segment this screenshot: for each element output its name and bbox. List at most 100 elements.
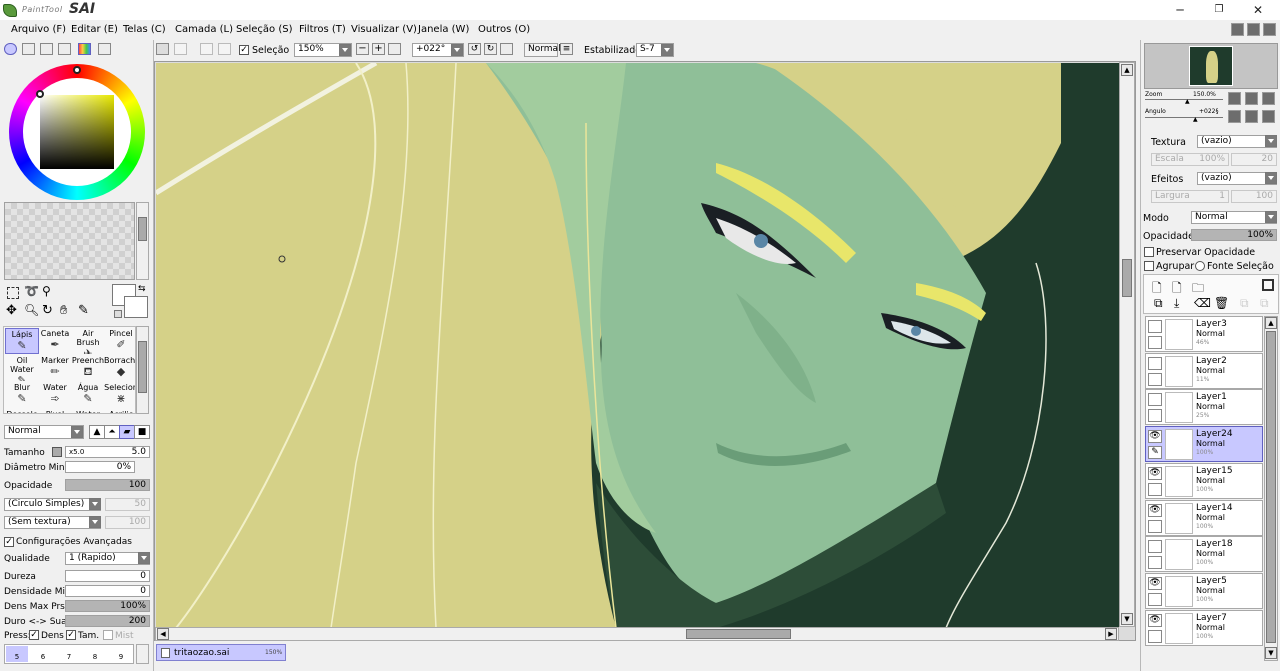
layer-lock-toggle[interactable] — [1148, 482, 1162, 496]
navigator-preview[interactable] — [1144, 43, 1278, 89]
texture-dropdown-icon[interactable] — [89, 516, 101, 528]
transparent-color-icon[interactable] — [114, 310, 122, 318]
canvas-vscrollbar[interactable]: ▲ ▼ — [1119, 62, 1135, 627]
nav-zoom-reset-button[interactable] — [1262, 92, 1275, 105]
nav-zoom-out-button[interactable] — [1228, 92, 1241, 105]
layer-effects-dropdown-icon[interactable] — [1265, 172, 1277, 184]
undo-icon[interactable] — [156, 43, 169, 55]
tool-caneta[interactable]: Caneta ✒ — [38, 328, 72, 354]
merge-down-icon[interactable]: ⤓ — [1174, 296, 1179, 311]
layer-lock-toggle[interactable] — [1148, 372, 1162, 386]
visibility-toggle[interactable] — [1148, 320, 1162, 333]
layers-scroll-down-icon[interactable]: ▼ — [1265, 647, 1277, 659]
tool--gua[interactable]: Água ✎ — [71, 382, 105, 408]
layer-row[interactable]: Layer18 Normal 100% — [1145, 536, 1263, 573]
rotate-icon[interactable]: ↻ — [42, 303, 53, 318]
hscroll-thumb[interactable] — [686, 629, 791, 639]
layer-row[interactable]: Layer2 Normal 11% — [1145, 352, 1263, 389]
tool-marker[interactable]: Marker ✏ — [38, 355, 72, 381]
tool-water[interactable]: Water — [71, 409, 105, 413]
nav-zoom-in-button[interactable] — [1245, 92, 1258, 105]
brush-shape-3-icon[interactable]: ▰ — [119, 425, 135, 439]
eye-icon[interactable]: 👁︎ — [1148, 503, 1162, 517]
canvas-artwork[interactable] — [156, 63, 1119, 628]
mdi-restore-button[interactable] — [1247, 23, 1260, 36]
size-preset-8[interactable]: 8 — [84, 646, 106, 662]
zoom-icon[interactable]: 🔍︎ — [24, 303, 39, 317]
shape-strength[interactable]: 50 — [105, 498, 150, 511]
shape-dropdown-icon[interactable] — [89, 498, 101, 510]
nav-zoom-slider[interactable] — [1145, 99, 1223, 100]
swatch-scrollbar[interactable] — [136, 202, 149, 280]
blend-mode-dropdown-icon[interactable] — [71, 426, 83, 438]
redo-icon[interactable] — [174, 43, 187, 55]
restore-button[interactable]: ❐ — [1211, 3, 1227, 17]
scroll-down-icon[interactable]: ▼ — [1121, 613, 1133, 625]
zoom-in-button[interactable]: + — [372, 43, 385, 55]
visibility-toggle[interactable] — [1148, 393, 1162, 407]
flip-canvas-button[interactable]: ≡ — [560, 43, 573, 55]
nav-angle-slider[interactable] — [1145, 117, 1223, 118]
advanced-settings-checkbox[interactable]: ✓ — [4, 537, 14, 547]
menu-selecao[interactable]: Seleção (S) — [236, 24, 293, 35]
hardness-slider[interactable]: 0 — [65, 570, 150, 582]
tool-oil-water[interactable]: Oil Water ✎ — [5, 355, 39, 381]
texture-scale-strength[interactable]: 20 — [1231, 153, 1277, 166]
tool-air-brush[interactable]: Air Brush ✈ — [71, 328, 105, 354]
color-wheel-mode-icon[interactable] — [4, 43, 17, 55]
saturation-value-square[interactable] — [40, 95, 114, 169]
texture-strength[interactable]: 100 — [105, 516, 150, 529]
deselect-icon[interactable] — [200, 43, 213, 55]
size-slider[interactable]: x5.0 5.0 — [65, 446, 150, 458]
tool-preench[interactable]: Preench ⛾ — [71, 355, 105, 381]
brush-shape-4-icon[interactable]: ■ — [134, 425, 150, 439]
color-wheel[interactable] — [9, 64, 145, 200]
tool-blur[interactable]: Blur ✎ — [5, 382, 39, 408]
menu-janela[interactable]: Janela (W) — [418, 24, 469, 35]
color-picker-handle[interactable] — [36, 90, 44, 98]
eye-icon[interactable]: 👁︎ — [1148, 430, 1162, 444]
brush-shape-select[interactable]: (Circulo Simples) — [4, 498, 101, 511]
canvas-area[interactable]: ▲ ▼ ◀ ▶ — [154, 61, 1136, 641]
menu-outros[interactable]: Outros (O) — [478, 24, 530, 35]
swatch-panel[interactable] — [4, 202, 135, 280]
menu-filtros[interactable]: Filtros (T) — [299, 24, 346, 35]
clear-layer-icon[interactable]: ⌫ — [1194, 296, 1211, 310]
secondary-color-swatch[interactable] — [124, 296, 148, 318]
hand-icon[interactable]: ✋︎ — [60, 303, 67, 318]
merge-mask-icon[interactable]: ⧉ — [1260, 296, 1269, 311]
lasso-icon[interactable]: ➰ — [24, 284, 39, 298]
layer-lock-toggle[interactable] — [1148, 409, 1162, 423]
rect-select-icon[interactable] — [7, 287, 19, 299]
close-button[interactable]: ✕ — [1250, 3, 1266, 17]
nav-zoom-handle-icon[interactable]: ▲ — [1185, 98, 1190, 105]
magic-wand-icon[interactable]: ⚲ — [42, 284, 51, 298]
color-mixer-mode-icon[interactable] — [58, 43, 71, 55]
delete-layer-icon[interactable]: 🗑︎ — [1214, 296, 1229, 310]
visibility-toggle[interactable] — [1148, 540, 1162, 554]
menu-telas[interactable]: Telas (C) — [123, 24, 166, 35]
menu-arquivo[interactable]: Arquivo (F) — [11, 24, 66, 35]
texture-scale[interactable]: Escala 100% — [1151, 153, 1229, 166]
nav-rotate-reset-button[interactable] — [1262, 110, 1275, 123]
group-checkbox[interactable] — [1144, 261, 1154, 271]
effect-strength[interactable]: 100 — [1231, 190, 1277, 203]
size-preset-scrollbar[interactable] — [136, 644, 149, 664]
mask-icon[interactable] — [1262, 279, 1274, 291]
tool-pincel[interactable]: Pincel ✐ — [104, 328, 135, 354]
eye-icon[interactable]: 👁︎ — [1148, 613, 1162, 627]
vscroll-thumb[interactable] — [1122, 259, 1132, 297]
layer-mode-dropdown-icon[interactable] — [1265, 211, 1277, 223]
tool-water[interactable]: Water ➾ — [38, 382, 72, 408]
layer-list-scrollbar[interactable]: ▲ ▼ — [1264, 316, 1278, 661]
layer-lock-toggle[interactable] — [1148, 592, 1162, 606]
layer-row[interactable]: Layer3 Normal 46% — [1145, 316, 1263, 352]
nav-rotate-right-button[interactable] — [1245, 110, 1258, 123]
rotate-left-button[interactable]: ↺ — [468, 43, 481, 55]
scroll-right-icon[interactable]: ▶ — [1105, 628, 1117, 640]
layer-lock-toggle[interactable] — [1148, 556, 1162, 570]
angle-dropdown-icon[interactable] — [451, 44, 463, 56]
layers-scroll-up-icon[interactable]: ▲ — [1265, 317, 1277, 329]
zoom-reset-button[interactable] — [388, 43, 401, 55]
zoom-dropdown-icon[interactable] — [339, 44, 351, 56]
